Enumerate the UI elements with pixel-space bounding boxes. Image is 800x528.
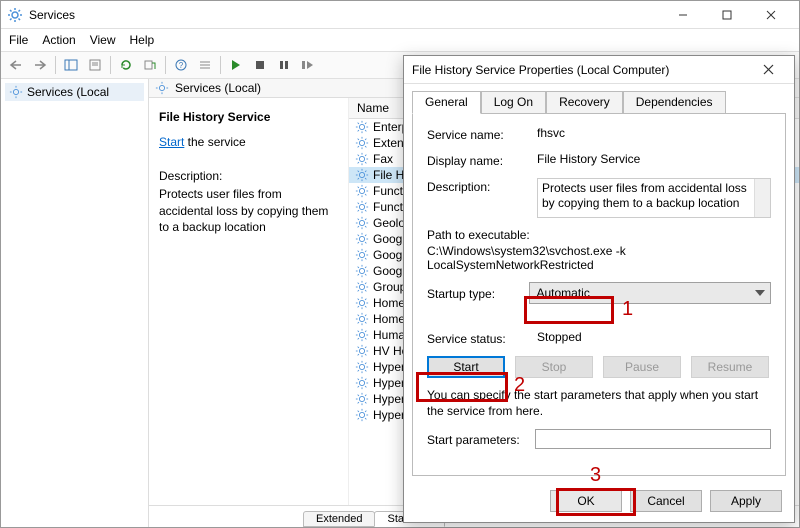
menu-view[interactable]: View [90, 33, 116, 47]
menubar: File Action View Help [1, 29, 799, 51]
value-service-name: fhsvc [537, 126, 771, 140]
gear-icon [355, 392, 369, 406]
resume-button: Resume [691, 356, 769, 378]
window-title: Services [29, 8, 661, 22]
list-icon[interactable] [194, 54, 216, 76]
stop-button: Stop [515, 356, 593, 378]
tab-logon[interactable]: Log On [481, 91, 546, 114]
general-page: Service name: fhsvc Display name: File H… [412, 113, 786, 476]
dialog-close-button[interactable] [750, 59, 786, 81]
menu-file[interactable]: File [9, 33, 28, 47]
label-status: Service status: [427, 330, 527, 346]
description-box: Protects user files from accidental loss… [537, 178, 771, 218]
ok-button[interactable]: OK [550, 490, 622, 512]
value-path: C:\Windows\system32\svchost.exe -k Local… [427, 244, 771, 272]
gear-icon [355, 232, 369, 246]
annotation-num-3: 3 [590, 464, 601, 487]
chevron-down-icon [752, 285, 768, 301]
annotation-num-1: 1 [622, 298, 633, 321]
menu-action[interactable]: Action [42, 33, 75, 47]
gear-icon [355, 408, 369, 422]
start-button[interactable]: Start [427, 356, 505, 378]
tab-extended[interactable]: Extended [303, 511, 375, 527]
desc-label: Description: [159, 168, 338, 184]
value-description: Protects user files from accidental loss… [542, 181, 747, 210]
gear-icon [355, 280, 369, 294]
gear-icon [355, 296, 369, 310]
menu-help[interactable]: Help [130, 33, 155, 47]
gear-icon [355, 184, 369, 198]
label-params: Start parameters: [427, 431, 525, 447]
refresh-icon[interactable] [115, 54, 137, 76]
nav-root[interactable]: Services (Local [5, 83, 144, 101]
control-buttons: Start Stop Pause Resume [427, 356, 771, 378]
label-display-name: Display name: [427, 152, 527, 168]
tab-recovery[interactable]: Recovery [546, 91, 623, 114]
value-startup: Automatic [536, 286, 589, 300]
label-startup: Startup type: [427, 285, 519, 301]
params-hint: You can specify the start parameters tha… [427, 388, 771, 419]
tab-dependencies[interactable]: Dependencies [623, 91, 726, 114]
gear-icon [355, 200, 369, 214]
cancel-button[interactable]: Cancel [630, 490, 702, 512]
label-path: Path to executable: [427, 228, 771, 242]
params-input[interactable] [535, 429, 771, 449]
start-link[interactable]: Start [159, 135, 184, 149]
apply-button[interactable]: Apply [710, 490, 782, 512]
pause-icon[interactable] [273, 54, 295, 76]
gear-icon [355, 264, 369, 278]
svg-text:?: ? [179, 61, 184, 70]
detail-title: File History Service [159, 110, 338, 124]
service-name: Fax [373, 152, 393, 166]
gear-icon [7, 7, 23, 23]
nav-pane: Services (Local [1, 79, 149, 527]
desc-text: Protects user files from accidental loss… [159, 186, 338, 235]
titlebar: Services [1, 1, 799, 29]
properties-icon[interactable] [84, 54, 106, 76]
dialog-actions: OK Cancel Apply [404, 484, 794, 522]
forward-icon[interactable] [29, 54, 51, 76]
gear-icon [355, 216, 369, 230]
main-header-label: Services (Local) [175, 81, 261, 95]
gear-icon [355, 248, 369, 262]
play-icon[interactable] [225, 54, 247, 76]
annotation-num-2: 2 [514, 374, 525, 397]
pause-button: Pause [603, 356, 681, 378]
gear-icon [355, 168, 369, 182]
tab-general[interactable]: General [412, 91, 481, 114]
help-icon[interactable]: ? [170, 54, 192, 76]
stop-icon[interactable] [249, 54, 271, 76]
start-suffix: the service [184, 135, 245, 149]
value-status: Stopped [537, 330, 771, 344]
startup-combo[interactable]: Automatic [529, 282, 771, 304]
dialog-tabs: General Log On Recovery Dependencies [404, 84, 794, 113]
gear-icon [355, 328, 369, 342]
dialog-title: File History Service Properties (Local C… [412, 63, 750, 77]
gear-icon [355, 120, 369, 134]
value-display-name: File History Service [537, 152, 771, 166]
detail-pane: File History Service Start the service D… [149, 98, 349, 527]
gear-icon [355, 344, 369, 358]
show-hide-icon[interactable] [60, 54, 82, 76]
label-service-name: Service name: [427, 126, 527, 142]
export-icon[interactable] [139, 54, 161, 76]
gear-icon [355, 360, 369, 374]
nav-root-label: Services (Local [27, 85, 109, 99]
back-icon[interactable] [5, 54, 27, 76]
maximize-button[interactable] [705, 3, 749, 27]
label-description: Description: [427, 178, 527, 194]
gear-icon [355, 312, 369, 326]
close-button[interactable] [749, 3, 793, 27]
description-scrollbar[interactable] [754, 179, 770, 217]
restart-icon[interactable] [297, 54, 319, 76]
gear-icon [355, 136, 369, 150]
minimize-button[interactable] [661, 3, 705, 27]
gear-icon [355, 152, 369, 166]
properties-dialog: File History Service Properties (Local C… [403, 55, 795, 523]
gear-icon [355, 376, 369, 390]
